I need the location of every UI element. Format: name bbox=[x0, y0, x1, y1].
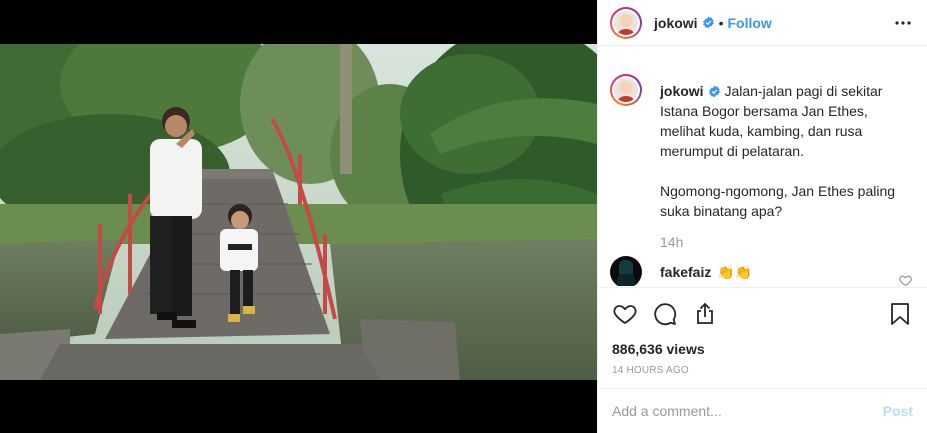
video-player[interactable] bbox=[0, 44, 597, 380]
follow-button[interactable]: Follow bbox=[727, 15, 771, 31]
share-icon[interactable] bbox=[692, 301, 718, 327]
more-options-icon[interactable] bbox=[893, 13, 913, 33]
view-count[interactable]: 886,636 views bbox=[612, 341, 913, 357]
commenter-avatar[interactable] bbox=[610, 256, 642, 286]
caption-line: Jalan-jalan pagi di sekitar bbox=[724, 83, 883, 99]
comment-bubble-icon[interactable] bbox=[652, 301, 678, 327]
view-count-number: 886,636 bbox=[612, 341, 663, 357]
caption-body: jokowi Jalan-jalan pagi di sekitar Istan… bbox=[660, 81, 910, 221]
heart-icon[interactable] bbox=[612, 301, 638, 327]
post-header: jokowi • Follow bbox=[598, 0, 927, 46]
post-comment-button[interactable]: Post bbox=[883, 403, 913, 419]
video-still-image bbox=[0, 44, 597, 380]
caption-line: melihat kuda, kambing, dan rusa bbox=[660, 123, 863, 139]
caption-line: Ngomong-ngomong, Jan Ethes paling bbox=[660, 183, 896, 199]
header-separator: • bbox=[718, 14, 724, 31]
view-count-label: views bbox=[666, 341, 705, 357]
comment-text: 👏👏 bbox=[717, 263, 753, 280]
author-avatar-photo bbox=[614, 10, 638, 35]
bookmark-icon[interactable] bbox=[887, 301, 913, 327]
post-panel: jokowi • Follow jokowi Jalan-jalan pagi … bbox=[597, 0, 927, 433]
post-timestamp[interactable]: 14 HOURS AGO bbox=[612, 365, 913, 376]
verified-badge-icon bbox=[702, 16, 715, 29]
caption-line: merumput di pelataran. bbox=[660, 143, 804, 159]
caption-author-avatar-photo bbox=[614, 78, 638, 102]
comment-like-heart-icon[interactable] bbox=[899, 274, 913, 286]
caption: jokowi Jalan-jalan pagi di sekitar Istan… bbox=[610, 58, 913, 221]
post-media[interactable] bbox=[0, 0, 597, 433]
comment-item: fakefaiz 👏👏 bbox=[610, 256, 913, 286]
commenter-username[interactable]: fakefaiz bbox=[660, 264, 711, 280]
add-comment-input[interactable] bbox=[612, 403, 883, 419]
caption-line: Istana Bogor bersama Jan Ethes, bbox=[660, 103, 868, 119]
verified-badge-icon bbox=[708, 85, 721, 98]
caption-author-avatar[interactable] bbox=[610, 74, 642, 106]
comments-list[interactable]: jokowi Jalan-jalan pagi di sekitar Istan… bbox=[598, 58, 927, 286]
add-comment-section: Post bbox=[598, 388, 927, 433]
caption-timestamp[interactable]: 14h bbox=[660, 234, 913, 250]
post-actions: 886,636 views 14 HOURS AGO bbox=[598, 287, 927, 376]
author-username[interactable]: jokowi bbox=[654, 15, 698, 31]
caption-username[interactable]: jokowi bbox=[660, 83, 704, 99]
author-avatar[interactable] bbox=[610, 6, 642, 39]
caption-line: suka binatang apa? bbox=[660, 203, 783, 219]
